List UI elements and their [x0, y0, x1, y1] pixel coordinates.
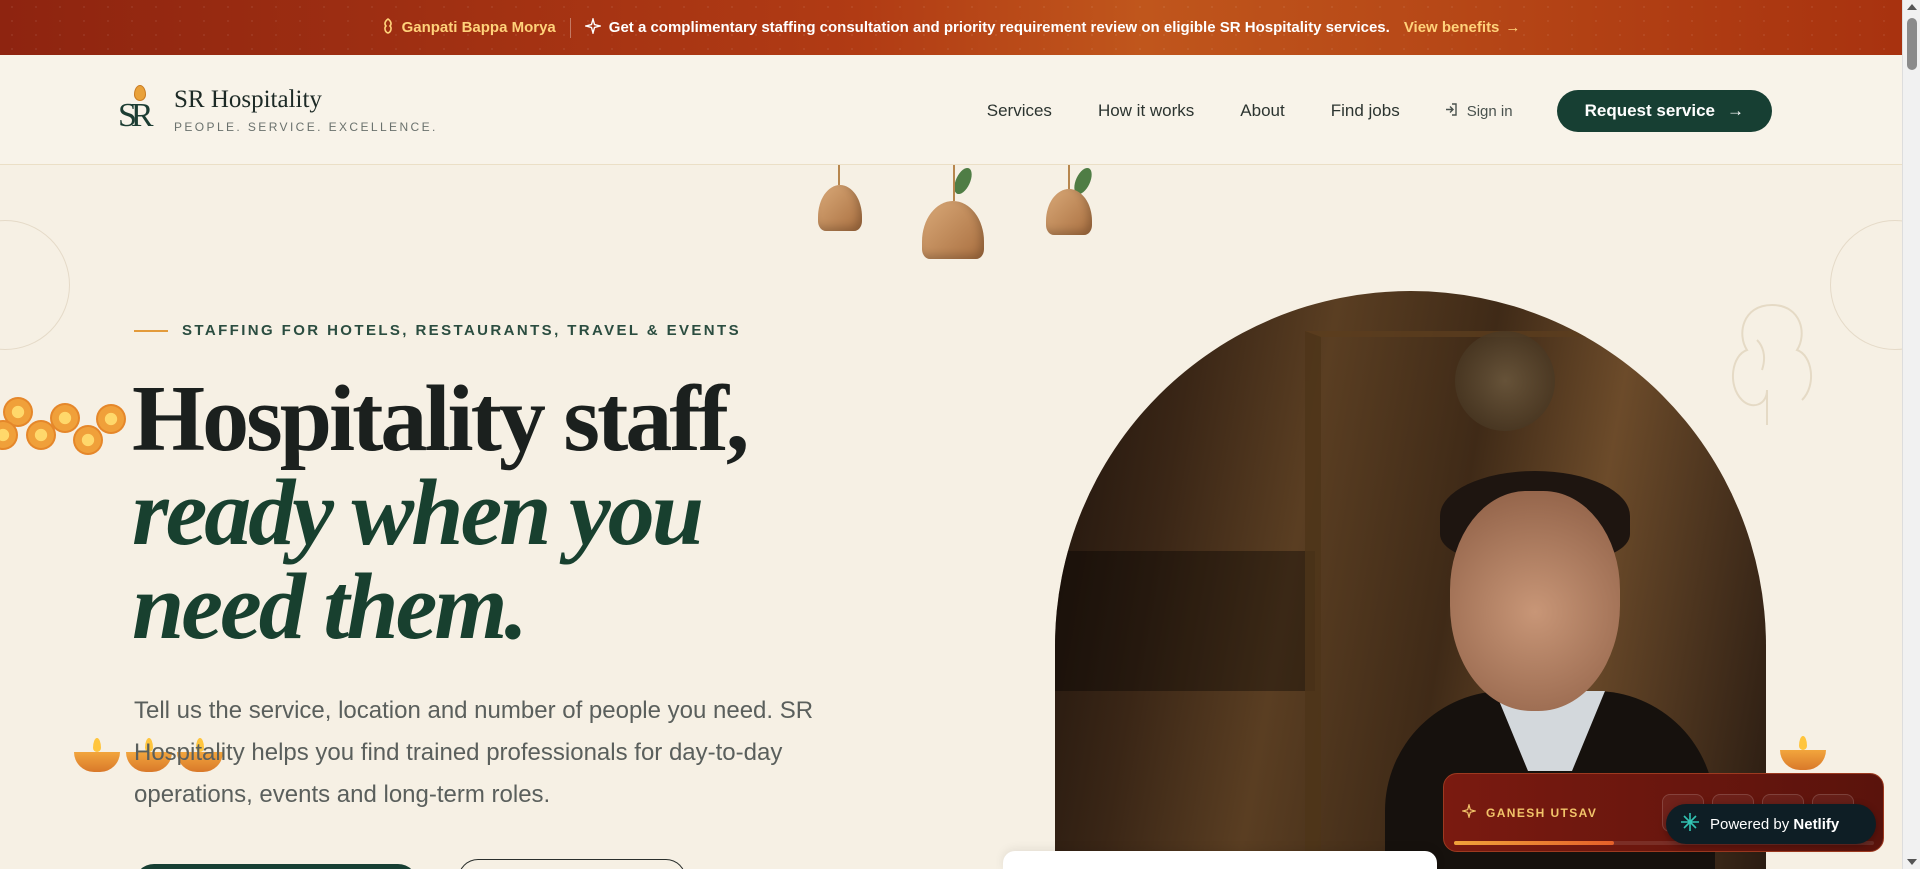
- announcement-message: Get a complimentary staffing consultatio…: [583, 15, 1390, 38]
- diya-flame-icon: [134, 85, 146, 101]
- announcement-message-text: Get a complimentary staffing consultatio…: [608, 19, 1390, 36]
- nav-item-find-jobs[interactable]: Find jobs: [1331, 101, 1400, 121]
- sr-monogram-icon: SR: [118, 85, 162, 135]
- hero-eyebrow: STAFFING FOR HOTELS, RESTAURANTS, TRAVEL…: [134, 322, 741, 339]
- bell-icon: [922, 201, 984, 259]
- nav-item-services[interactable]: Services: [987, 101, 1052, 121]
- bell-icon: [1046, 189, 1092, 235]
- sign-in-link[interactable]: Sign in: [1444, 102, 1513, 121]
- site-header: SR SR Hospitality PEOPLE. SERVICE. EXCEL…: [0, 55, 1902, 165]
- marigold-icon: [50, 403, 80, 433]
- arrow-right-icon: →: [1505, 19, 1521, 36]
- nav-item-about[interactable]: About: [1240, 101, 1284, 121]
- sparkle-icon: [583, 15, 603, 38]
- nav-item-how-it-works[interactable]: How it works: [1098, 101, 1194, 121]
- ganesh-outline-icon: [1712, 295, 1832, 435]
- headline-line-3: need them.: [132, 555, 528, 659]
- festival-greeting-text: Ganpati Bappa Morya: [401, 19, 556, 36]
- hero-primary-button[interactable]: [134, 864, 418, 869]
- diya-icon: [74, 738, 120, 772]
- sparkle-icon: [1460, 802, 1478, 821]
- view-benefits-label: View benefits: [1403, 19, 1500, 36]
- login-icon: [1444, 102, 1459, 121]
- netlify-badge[interactable]: Powered by Netlify: [1666, 804, 1876, 844]
- hero-headline: Hospitality staff, ready when you need t…: [132, 372, 932, 654]
- bell-icon: [818, 185, 862, 231]
- netlify-brand: Netlify: [1793, 815, 1840, 833]
- festival-greeting: Ganpati Bappa Morya: [382, 17, 556, 38]
- main-nav: Services How it works About Find jobs Si…: [987, 90, 1772, 132]
- eyebrow-line: [134, 329, 168, 332]
- hero-description: Tell us the service, location and number…: [134, 697, 814, 808]
- festival-widget-title: GANESH UTSAV: [1486, 805, 1598, 820]
- hero-info-card: [1003, 851, 1437, 869]
- ganesh-icon: [382, 17, 394, 38]
- headline-line-1: Hospitality staff,: [132, 367, 749, 471]
- netlify-prefix: Powered by: [1710, 815, 1794, 833]
- wall-clock: [1455, 331, 1555, 431]
- logo-letters: SR: [118, 97, 154, 134]
- arrow-right-icon: →: [1727, 101, 1744, 120]
- announcement-bar: Ganpati Bappa Morya Get a complimentary …: [0, 0, 1902, 55]
- netlify-icon: [1680, 812, 1700, 836]
- bell-string: [1068, 165, 1070, 189]
- festival-widget-label: GANESH UTSAV: [1460, 802, 1598, 821]
- announcement-divider: [569, 17, 571, 38]
- mandala-decoration: [0, 220, 70, 350]
- bell-string: [838, 165, 840, 185]
- brand-tagline: PEOPLE. SERVICE. EXCELLENCE.: [174, 120, 438, 134]
- scroll-up-icon[interactable]: [1907, 4, 1917, 10]
- page-scrollbar[interactable]: [1902, 0, 1920, 869]
- brand-text: SR Hospitality PEOPLE. SERVICE. EXCELLEN…: [174, 86, 438, 134]
- diya-icon: [1780, 736, 1826, 770]
- headline-line-2: ready when you: [132, 461, 704, 565]
- bell-string: [953, 165, 955, 201]
- scroll-down-icon[interactable]: [1907, 859, 1917, 865]
- photo-background-shadow: [1055, 551, 1315, 691]
- netlify-badge-text: Powered by Netlify: [1710, 816, 1839, 833]
- brand-name: SR Hospitality: [174, 86, 322, 113]
- person-face: [1450, 491, 1620, 711]
- scrollbar-thumb[interactable]: [1907, 18, 1917, 70]
- brand-logo[interactable]: SR SR Hospitality PEOPLE. SERVICE. EXCEL…: [118, 85, 438, 135]
- view-benefits-link[interactable]: View benefits →: [1404, 19, 1521, 36]
- hero-secondary-button[interactable]: [458, 859, 686, 869]
- sign-in-label: Sign in: [1466, 102, 1513, 120]
- temple-bells: [810, 165, 1110, 275]
- hero-eyebrow-text: STAFFING FOR HOTELS, RESTAURANTS, TRAVEL…: [182, 322, 742, 339]
- festival-progress-fill: [1454, 841, 1614, 845]
- request-service-label: Request service: [1584, 101, 1715, 120]
- marigold-icon: [96, 404, 126, 434]
- marigold-icon: [73, 425, 103, 455]
- request-service-button[interactable]: Request service →: [1556, 90, 1772, 132]
